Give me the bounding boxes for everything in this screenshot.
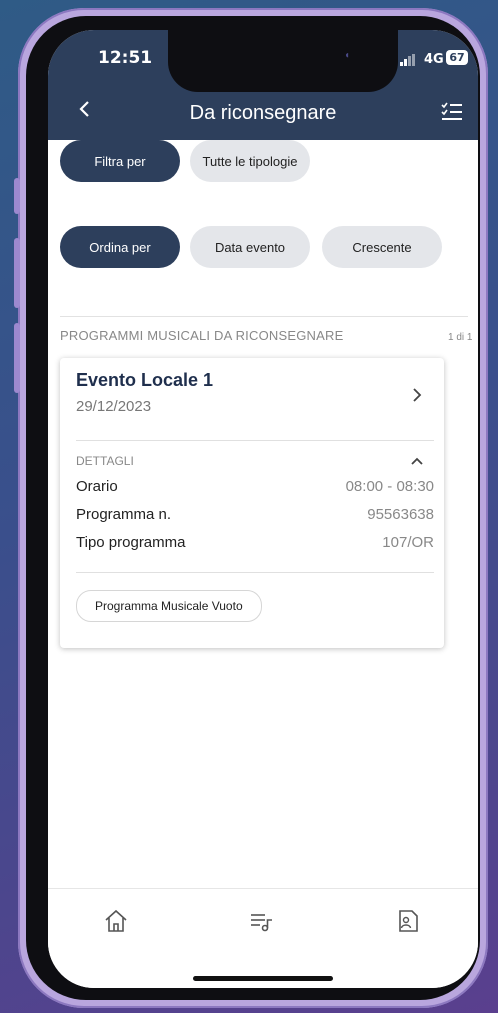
volume-down-button [14,323,20,393]
row-label-programma: Programma n. [76,506,172,523]
card-divider [76,440,434,441]
filter-type-chip[interactable]: Tutte le tipologie [190,140,310,182]
card-divider [76,572,434,573]
row-value-orario: 08:00 - 08:30 [345,478,434,495]
row-label-orario: Orario [76,478,118,495]
home-icon[interactable] [102,907,130,935]
volume-up-button [14,238,20,308]
mute-switch [14,178,20,214]
event-card[interactable]: Evento Locale 1 29/12/2023 DETTAGLI Orar… [60,358,444,648]
app-screen: ◖ 12:51 4G 67 Da riconsegnare Filtra per… [48,30,478,988]
empty-program-button[interactable]: Programma Musicale Vuoto [76,590,262,622]
sort-order-chip[interactable]: Crescente [322,226,442,268]
pager: 1 di 1 [448,332,473,343]
music-list-icon[interactable] [248,907,276,935]
home-indicator [193,976,333,981]
network-type: 4G [424,52,444,67]
divider [60,316,468,317]
notch [168,30,398,92]
status-time: 12:51 [98,48,153,68]
section-title: PROGRAMMI MUSICALI DA RICONSEGNARE [60,328,344,343]
user-document-icon[interactable] [394,907,422,935]
sort-by-button[interactable]: Ordina per [60,226,180,268]
sort-field-chip[interactable]: Data evento [190,226,310,268]
signal-icon [400,54,418,66]
row-value-tipo: 107/OR [382,534,434,551]
event-date: 29/12/2023 [76,398,152,415]
battery-icon: 67 [446,50,468,65]
checklist-icon[interactable] [441,102,463,122]
chevron-right-icon[interactable] [410,388,424,402]
event-name: Evento Locale 1 [76,370,214,390]
filter-by-button[interactable]: Filtra per [60,140,180,182]
details-label: DETTAGLI [76,454,134,468]
chevron-up-icon[interactable] [410,456,424,466]
row-label-tipo: Tipo programma [76,534,186,551]
tab-bar [48,888,478,988]
row-value-programma: 95563638 [367,506,434,523]
app-header: ◖ 12:51 4G 67 Da riconsegnare [48,30,478,140]
camera-dot: ◖ [344,50,351,61]
page-title: Da riconsegnare [189,102,337,124]
